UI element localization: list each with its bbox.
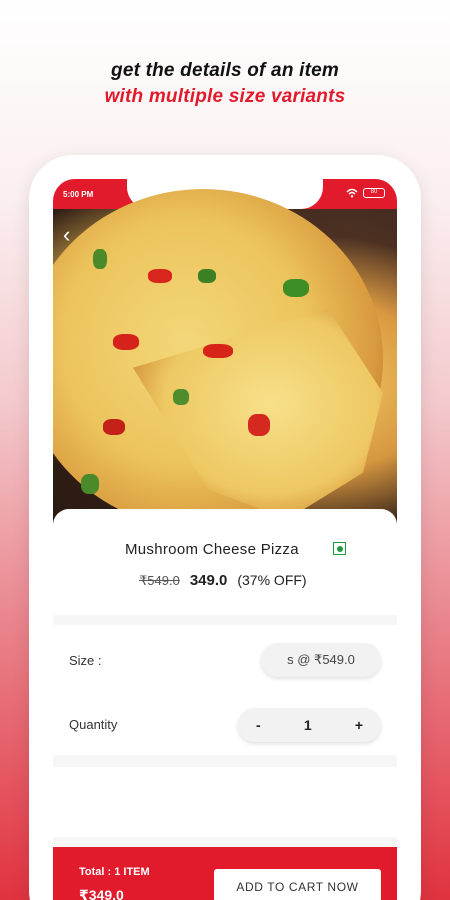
topping: [248, 414, 270, 436]
add-to-cart-button[interactable]: ADD TO CART NOW: [214, 869, 381, 900]
increase-button[interactable]: +: [355, 717, 363, 733]
promo-line-2: with multiple size variants: [104, 86, 346, 107]
price-row: ₹549.0 349.0 (37% OFF): [139, 572, 307, 589]
topping: [198, 269, 216, 283]
cart-total-label: Total : 1 ITEM: [79, 866, 150, 878]
quantity-stepper: - 1 +: [238, 708, 381, 742]
battery-level: 80: [370, 189, 378, 195]
wifi-icon: [346, 188, 358, 198]
discount-label: (37% OFF): [237, 572, 307, 588]
phone-frame: 5:00 PM 80 ‹ Mushroom Cheese Pizza ₹549.…: [29, 155, 421, 900]
topping: [81, 474, 99, 494]
topping: [103, 419, 125, 435]
topping: [148, 269, 172, 283]
empty-section: [53, 767, 397, 837]
topping: [93, 249, 107, 269]
product-info-card: Mushroom Cheese Pizza ₹549.0 349.0 (37% …: [53, 509, 397, 615]
topping: [173, 389, 189, 405]
product-image: ‹: [53, 189, 397, 529]
topping: [283, 279, 309, 297]
size-select[interactable]: s @ ₹549.0: [261, 643, 381, 677]
product-name: Mushroom Cheese Pizza: [125, 541, 299, 558]
back-arrow-icon[interactable]: ‹: [63, 224, 77, 246]
veg-indicator-icon: [333, 542, 346, 555]
quantity-value: 1: [303, 717, 312, 733]
quantity-label: Quantity: [69, 717, 118, 732]
promo-line-1: get the details of an item: [111, 60, 339, 81]
topping: [113, 334, 139, 350]
cart-total-price: ₹349.0: [79, 887, 124, 900]
status-time: 5:00 PM: [63, 190, 94, 199]
size-label: Size :: [69, 653, 102, 668]
battery-icon: 80: [363, 188, 385, 198]
discounted-price: 349.0: [189, 572, 228, 589]
options-card: Size : s @ ₹549.0 Quantity - 1 +: [53, 625, 397, 755]
decrease-button[interactable]: -: [256, 717, 261, 733]
cart-bar: Total : 1 ITEM ₹349.0 ADD TO CART NOW: [53, 847, 397, 900]
original-price: ₹549.0: [139, 573, 180, 588]
app-screen: 5:00 PM 80 ‹ Mushroom Cheese Pizza ₹549.…: [53, 179, 397, 900]
topping: [203, 344, 233, 358]
promo-headline: get the details of an item with multiple…: [0, 58, 450, 110]
status-icons: 80: [346, 188, 385, 198]
